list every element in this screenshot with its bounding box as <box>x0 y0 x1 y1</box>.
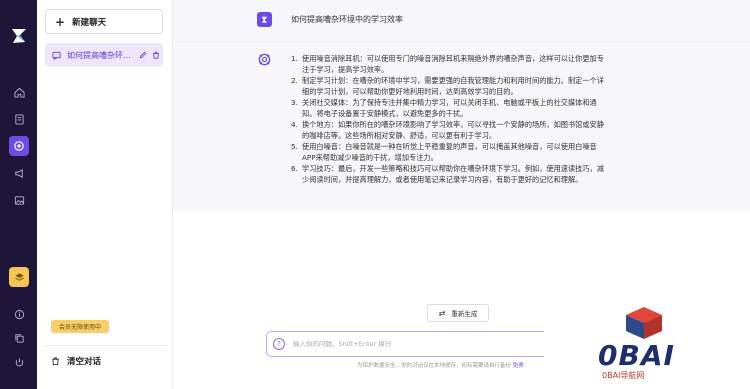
answer-item: 5. 使用白噪音：白噪音就是一种在听觉上平稳重复的声音，可以掩盖其他噪音，可以使用… <box>291 141 661 163</box>
user-message-row: 如何提高嘈杂环境中的学习效率 <box>173 0 750 41</box>
answer-item-text: 使用噪音消除耳机：可以使用专门的噪音消除耳机来隔绝外界的嘈杂声音，这样可以让你更… <box>302 54 604 63</box>
conversation-title: 如何提高嘈杂环... <box>67 50 131 60</box>
assistant-avatar-icon <box>258 53 271 66</box>
answer-item-number: 5. <box>291 142 298 151</box>
answer-item-number: 3. <box>291 98 298 107</box>
vip-status-badge: 会员无限使用中 <box>51 320 109 333</box>
sidebar: + 新建聊天 如何提高嘈杂环... 会员无限使用中 清空对话 <box>37 0 173 389</box>
watermark-subtitle: 0BAI导航网 <box>602 371 645 380</box>
answer-item: 3. 关闭社交媒体：为了保持专注并集中精力学习，可以关闭手机、电脑或平板上的社交媒… <box>291 97 661 119</box>
edit-icon[interactable] <box>139 51 147 59</box>
answer-item: 2. 制定学习计划：在嘈杂的环境中学习，需要更强的自我管理能力和利用时间的能力。制… <box>291 75 661 97</box>
answer-item-number: 1. <box>291 54 298 63</box>
new-chat-label: 新建聊天 <box>72 17 107 28</box>
watermark: 0BAI 0BAI导航网 <box>544 299 750 389</box>
new-chat-button[interactable]: + 新建聊天 <box>45 9 163 34</box>
refresh-icon: ⇄ <box>438 308 446 318</box>
answer-item-number: 6. <box>291 164 298 173</box>
assistant-message-row: 1. 使用噪音消除耳机：可以使用专门的噪音消除耳机来隔绝外界的嘈杂声音，这样可以让… <box>173 41 750 212</box>
answer-item: 1. 使用噪音消除耳机：可以使用专门的噪音消除耳机来隔绝外界的嘈杂声音，这样可以让… <box>291 53 661 75</box>
user-question: 如何提高嘈杂环境中的学习效率 <box>291 15 403 24</box>
regenerate-button[interactable]: ⇄ 重新生成 <box>427 304 489 322</box>
chat-icon[interactable] <box>9 136 29 156</box>
clear-conversations-button[interactable]: 清空对话 <box>45 345 167 375</box>
nav-rail <box>0 0 37 389</box>
copy-icon[interactable] <box>9 328 29 348</box>
answer-item-text: 换个地方：如果你所在的嘈杂环境影响了学习效率，可以寻找一个安静的场所，如图书馆或… <box>302 120 604 129</box>
megaphone-icon[interactable] <box>9 163 29 183</box>
logout-icon[interactable] <box>9 352 29 372</box>
answer-item: 6. 学习技巧：最后，开发一些策略和技巧可以帮助你在嘈杂环境下学习。例如，使用速读… <box>291 163 661 185</box>
answer-item-text: 的咖啡店等。这些场所相对安静、舒适，可以更有利于学习。 <box>302 131 497 140</box>
answer-item-text: APP来帮助减少噪音的干扰，增加专注力。 <box>302 153 438 162</box>
image-icon[interactable] <box>9 190 29 210</box>
watermark-brand: 0BAI <box>598 339 675 372</box>
answer-item-text: 关闭社交媒体：为了保持专注并集中精力学习，可以关闭手机、电脑或平板上的社交媒体和… <box>302 98 597 107</box>
answer-item-number: 2. <box>291 76 298 85</box>
answer-item-text: 使用白噪音：白噪音就是一种在听觉上平稳重复的声音，可以掩盖其他噪音，可以使用白噪… <box>302 142 597 151</box>
home-icon[interactable] <box>9 82 29 102</box>
clear-label: 清空对话 <box>67 356 102 367</box>
user-avatar <box>257 12 272 27</box>
disclaimer: 为保护数据安全，你的对话仅在本地缓存，如有需要请自行备份 免责 <box>357 361 524 369</box>
answer-item-number: 4. <box>291 120 298 129</box>
vip-icon[interactable] <box>9 267 29 287</box>
answer-item-text: 注于学习，提高学习效率。 <box>302 65 389 74</box>
answer-item-text: 细的学习计划，可以帮助你更好地利用时间，达到高效学习的目的。 <box>302 87 518 96</box>
answer-item-text: 少阅读时间，并提高理解力，或者使用笔记来记录学习内容，有助于更好的记忆和理解。 <box>302 175 583 184</box>
answer-item-text: 知。将电子设备置于安静模式，以避免更多的干扰。 <box>302 109 468 118</box>
disclaimer-text: 为保护数据安全，你的对话仅在本地缓存，如有需要请自行备份 <box>357 363 513 369</box>
regenerate-label: 重新生成 <box>451 310 478 318</box>
cube-logo-icon <box>626 307 662 339</box>
help-icon[interactable]: ? <box>273 338 285 350</box>
logo-icon <box>12 29 26 43</box>
conversation-item[interactable]: 如何提高嘈杂环... <box>45 43 163 67</box>
answer-item: 4. 换个地方：如果你所在的嘈杂环境影响了学习效率，可以寻找一个安静的场所，如图书… <box>291 119 661 141</box>
trash-icon <box>52 356 59 365</box>
message-icon <box>52 51 61 60</box>
plus-icon: + <box>55 14 66 29</box>
document-icon[interactable] <box>9 109 29 129</box>
answer-item-text: 制定学习计划：在嘈杂的环境中学习，需要更强的自我管理能力和利用时间的能力。制定一… <box>302 76 604 85</box>
app-window: + 新建聊天 如何提高嘈杂环... 会员无限使用中 清空对话 如何提高嘈杂环境中… <box>0 0 750 389</box>
disclaimer-link[interactable]: 免责 <box>513 363 524 369</box>
assistant-answer: 1. 使用噪音消除耳机：可以使用专门的噪音消除耳机来隔绝外界的嘈杂声音，这样可以让… <box>291 53 661 185</box>
info-icon[interactable] <box>9 304 29 324</box>
delete-icon[interactable] <box>152 51 160 59</box>
answer-item-text: 学习技巧：最后，开发一些策略和技巧可以帮助你在嘈杂环境下学习。例如，使用速读技巧… <box>302 164 604 173</box>
